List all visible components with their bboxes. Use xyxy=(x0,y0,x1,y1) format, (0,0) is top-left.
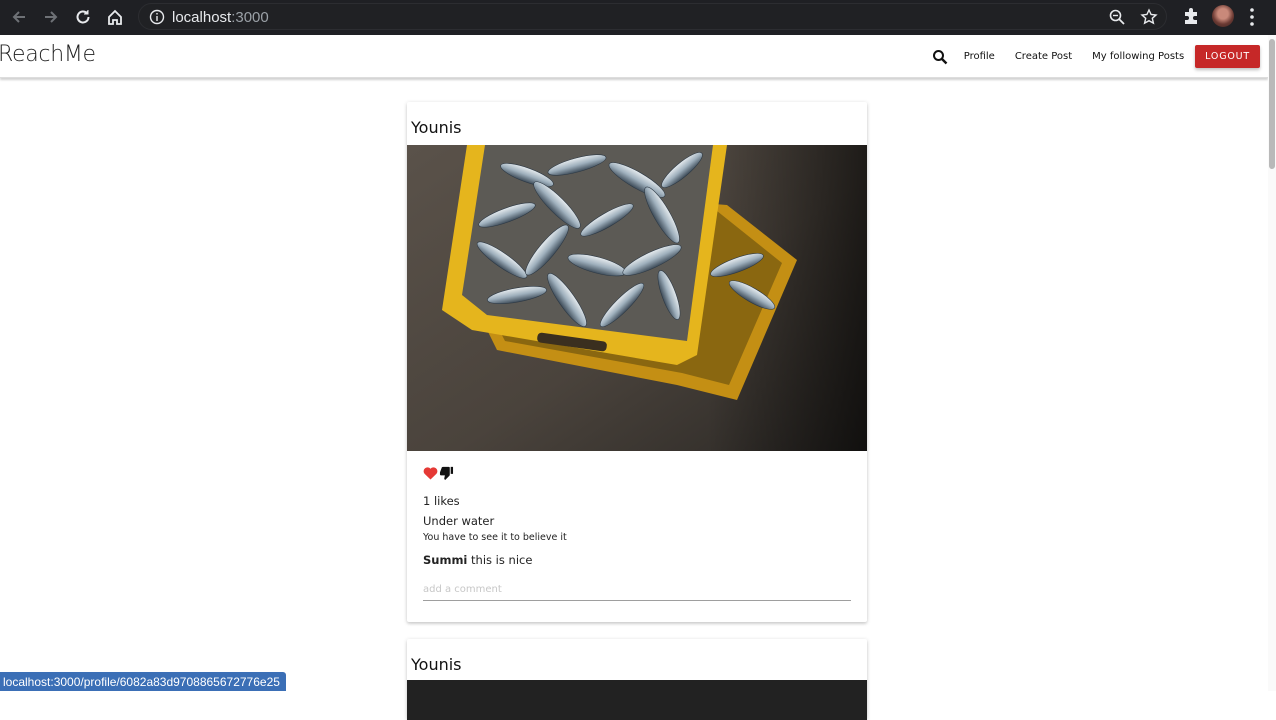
star-icon[interactable] xyxy=(1140,8,1158,31)
post-card: Younis xyxy=(407,639,867,720)
nav-links: Profile Create Post My following Posts L… xyxy=(930,35,1268,78)
menu-icon[interactable] xyxy=(1249,7,1255,32)
url-text: localhost:3000 xyxy=(172,9,269,26)
page-scrollbar[interactable] xyxy=(1268,35,1276,691)
logout-button[interactable]: LOGOUT xyxy=(1195,45,1260,68)
nav-profile-link[interactable]: Profile xyxy=(964,51,995,62)
thumbs-down-icon[interactable] xyxy=(439,466,454,485)
likes-count: 1 likes xyxy=(423,494,460,508)
zoom-icon[interactable] xyxy=(1108,8,1126,31)
post-author[interactable]: Younis xyxy=(411,655,462,674)
post-image xyxy=(407,145,867,451)
profile-avatar[interactable] xyxy=(1212,5,1234,27)
post-title: Under water xyxy=(423,514,495,528)
search-icon[interactable] xyxy=(930,47,950,67)
browser-toolbar: localhost:3000 xyxy=(0,0,1276,35)
back-icon[interactable] xyxy=(8,6,30,28)
heart-icon[interactable] xyxy=(423,466,438,485)
app-navbar: ReachMe Profile Create Post My following… xyxy=(0,35,1268,78)
post-author[interactable]: Younis xyxy=(411,118,462,137)
comment-text: this is nice xyxy=(471,553,533,567)
post-card: Younis xyxy=(407,102,867,622)
extensions-icon[interactable] xyxy=(1181,6,1201,31)
link-status-bar: localhost:3000/profile/6082a83d970886567… xyxy=(0,672,286,691)
home-icon[interactable] xyxy=(104,6,126,28)
nav-create-post-link[interactable]: Create Post xyxy=(1015,51,1072,62)
forward-icon[interactable] xyxy=(40,6,62,28)
post-body: You have to see it to believe it xyxy=(423,532,567,543)
nav-following-posts-link[interactable]: My following Posts xyxy=(1092,51,1184,62)
address-bar[interactable]: localhost:3000 xyxy=(138,3,1167,30)
comment-item: Summi this is nice xyxy=(423,553,532,567)
reload-icon[interactable] xyxy=(72,6,94,28)
reaction-buttons xyxy=(423,466,454,485)
scrollbar-thumb[interactable] xyxy=(1269,39,1275,169)
comment-user: Summi xyxy=(423,553,468,567)
info-icon[interactable] xyxy=(149,9,165,30)
comment-input[interactable] xyxy=(423,578,851,601)
brand-logo[interactable]: ReachMe xyxy=(0,42,96,67)
post-image xyxy=(407,680,867,720)
